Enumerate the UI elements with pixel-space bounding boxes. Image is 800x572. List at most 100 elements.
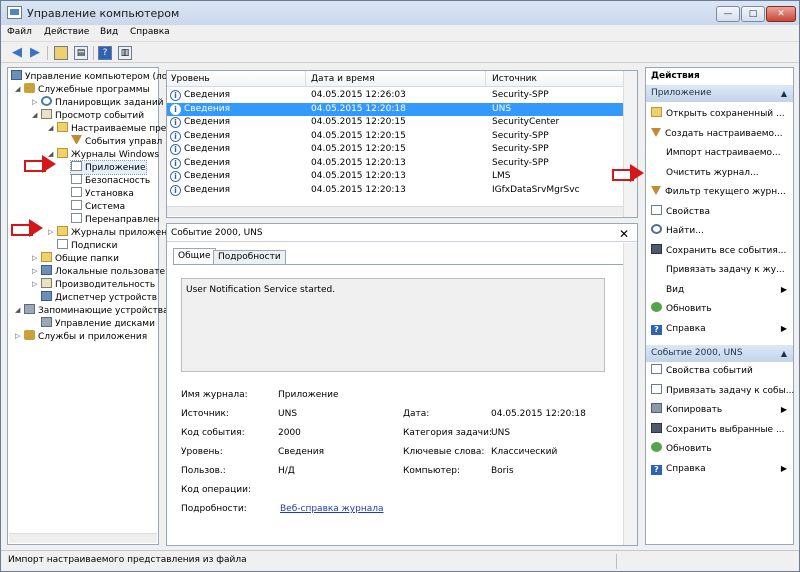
tree-item-performance[interactable]: Производительность bbox=[41, 278, 155, 291]
action-item[interactable]: Привязать задачу к жу... bbox=[648, 261, 793, 279]
show-hide-tree-icon[interactable]: ▤ bbox=[74, 46, 88, 60]
tree-item-system[interactable]: Система bbox=[71, 200, 125, 213]
action-label: Фильтр текущего журн... bbox=[665, 187, 786, 197]
table-row[interactable]: i Сведения 04.05.2015 12:20:13 Security-SPP bbox=[167, 157, 623, 170]
help-icon[interactable]: ? bbox=[98, 46, 112, 60]
menu-view[interactable]: Вид bbox=[100, 27, 118, 37]
action-item[interactable]: Обновить bbox=[648, 300, 793, 318]
tab-general[interactable]: Общие bbox=[173, 248, 216, 264]
action-item[interactable]: ? Справка ▶ bbox=[648, 320, 793, 338]
tree-item-storage[interactable]: Запоминающие устройства bbox=[24, 304, 169, 317]
table-vertical-scrollbar[interactable] bbox=[623, 71, 637, 217]
tree-item-windows-logs[interactable]: Журналы Windows bbox=[57, 148, 159, 161]
folder-up-icon[interactable] bbox=[54, 46, 68, 60]
event-detail-title: Событие 2000, UNS bbox=[171, 228, 263, 238]
table-row[interactable]: i Сведения 04.05.2015 12:20:15 Security-SPP bbox=[167, 130, 623, 143]
tree-item-task-scheduler[interactable]: Планировщик заданий bbox=[41, 96, 164, 109]
table-row[interactable]: i Сведения 04.05.2015 12:20:18 UNS bbox=[167, 102, 623, 116]
tree-item-application[interactable]: Приложение bbox=[70, 160, 147, 175]
action-item[interactable]: Свойства событий bbox=[648, 362, 793, 380]
collapse-triangle-icon[interactable]: ◢ bbox=[32, 109, 37, 122]
table-row[interactable]: i Сведения 04.05.2015 12:20:13 LMS bbox=[167, 170, 623, 183]
actions-section-event[interactable]: Событие 2000, UNS ▲ bbox=[646, 345, 793, 362]
back-arrow-icon[interactable]: ◀ bbox=[9, 45, 25, 61]
collapse-caret-icon[interactable]: ▲ bbox=[781, 345, 787, 362]
collapse-caret-icon[interactable]: ▲ bbox=[781, 85, 787, 102]
action-item[interactable]: Копировать ▶ bbox=[648, 401, 793, 419]
column-divider[interactable] bbox=[485, 71, 486, 87]
collapse-triangle-icon[interactable]: ◢ bbox=[48, 122, 53, 135]
action-item[interactable]: Привязать задачу к собы... bbox=[648, 382, 794, 400]
menu-file[interactable]: Файл bbox=[7, 27, 32, 37]
tree-item-disk-management[interactable]: Управление дисками bbox=[41, 317, 155, 330]
maximize-button[interactable]: □ bbox=[741, 6, 765, 22]
tree-item-custom-views[interactable]: Настраиваемые пре bbox=[57, 122, 166, 135]
level-cell: Сведения bbox=[184, 184, 231, 195]
action-item[interactable]: Открыть сохраненный ... bbox=[648, 105, 793, 123]
close-icon[interactable]: ✕ bbox=[619, 225, 629, 243]
expand-triangle-icon[interactable]: ▷ bbox=[48, 226, 53, 239]
action-pane-icon[interactable]: ▥ bbox=[118, 46, 132, 60]
table-row[interactable]: i Сведения 04.05.2015 12:26:03 Security-SPP bbox=[167, 89, 623, 102]
table-row[interactable]: i Сведения 04.05.2015 12:20:13 IGfxDataSrvM… bbox=[167, 184, 623, 197]
expand-triangle-icon[interactable]: ▷ bbox=[32, 96, 37, 109]
action-item[interactable]: Фильтр текущего журн... bbox=[648, 183, 793, 201]
tree-item-app-logs[interactable]: Журналы приложен bbox=[57, 226, 167, 239]
expand-triangle-icon[interactable]: ▷ bbox=[32, 265, 37, 278]
menu-action[interactable]: Действие bbox=[44, 27, 89, 37]
clock-icon bbox=[41, 96, 52, 106]
tree-item-admin-events[interactable]: События управл bbox=[71, 135, 162, 148]
actions-section-application[interactable]: Приложение ▲ bbox=[646, 85, 793, 102]
forward-arrow-icon[interactable]: ▶ bbox=[27, 45, 43, 61]
tree-item-system-tools[interactable]: Служебные программы bbox=[24, 83, 150, 96]
tree-item-label: Локальные пользовате bbox=[55, 267, 166, 277]
action-item[interactable]: Свойства bbox=[648, 203, 793, 221]
detail-vertical-scrollbar[interactable] bbox=[623, 243, 637, 545]
expand-triangle-icon[interactable]: ▷ bbox=[15, 330, 20, 343]
tree-item-shared-folders[interactable]: Общие папки bbox=[41, 252, 119, 265]
task-icon bbox=[651, 383, 662, 394]
log-name-value: Приложение bbox=[278, 390, 339, 400]
action-item[interactable]: Импорт настраиваемо... bbox=[648, 144, 793, 162]
action-item[interactable]: Очистить журнал... bbox=[648, 164, 793, 182]
tree-item-local-users[interactable]: Локальные пользовате bbox=[41, 265, 165, 278]
expand-triangle-icon[interactable]: ▷ bbox=[32, 252, 37, 265]
table-row[interactable]: i Сведения 04.05.2015 12:20:15 SecurityCent… bbox=[167, 116, 623, 129]
toolbar: ◀ ▶ ▤ ? ▥ bbox=[1, 43, 799, 63]
tab-details[interactable]: Подробности bbox=[213, 250, 286, 264]
red-arrow-annotation bbox=[11, 219, 45, 237]
action-item[interactable]: Обновить bbox=[648, 440, 793, 458]
column-level[interactable]: Уровень bbox=[171, 74, 210, 84]
event-log-help-link[interactable]: Веб-справка журнала bbox=[280, 504, 384, 514]
column-date[interactable]: Дата и время bbox=[311, 74, 375, 84]
expand-triangle-icon[interactable]: ▷ bbox=[32, 278, 37, 291]
folder-icon bbox=[57, 148, 68, 158]
column-divider[interactable] bbox=[305, 71, 306, 87]
tree-item-device-manager[interactable]: Диспетчер устройств bbox=[41, 291, 157, 304]
table-row[interactable]: i Сведения 04.05.2015 12:20:15 Security-SPP bbox=[167, 143, 623, 156]
tree-item-event-viewer[interactable]: Просмотр событий bbox=[41, 109, 144, 122]
action-item[interactable]: Вид ▶ bbox=[648, 281, 793, 299]
collapse-triangle-icon[interactable]: ◢ bbox=[15, 304, 20, 317]
tree-horizontal-scrollbar[interactable] bbox=[9, 533, 157, 543]
action-item[interactable]: Сохранить все события... bbox=[648, 242, 793, 260]
tree-item-computer-management[interactable]: Управление компьютером (ло bbox=[11, 70, 167, 83]
tree-item-forwarded[interactable]: Перенаправлен bbox=[71, 213, 160, 226]
tree-item-setup[interactable]: Установка bbox=[71, 187, 134, 200]
source-cell: Security-SPP bbox=[492, 90, 549, 100]
column-source[interactable]: Источник bbox=[492, 74, 537, 84]
action-item[interactable]: Сохранить выбранные ... bbox=[648, 421, 793, 439]
action-item[interactable]: ? Справка ▶ bbox=[648, 460, 793, 478]
minimize-button[interactable]: — bbox=[716, 6, 740, 22]
tree-item-subscriptions[interactable]: Подписки bbox=[57, 239, 117, 252]
action-item[interactable]: Создать настраиваемо... bbox=[648, 125, 793, 143]
source-cell: LMS bbox=[492, 171, 511, 181]
collapse-triangle-icon[interactable]: ◢ bbox=[15, 83, 20, 96]
action-item[interactable]: Найти... bbox=[648, 222, 793, 240]
tree-item-services-apps[interactable]: Службы и приложения bbox=[24, 330, 147, 343]
menu-help[interactable]: Справка bbox=[130, 27, 170, 37]
close-button[interactable]: ✕ bbox=[766, 6, 796, 22]
info-icon: i bbox=[170, 90, 181, 101]
tree-item-security[interactable]: Безопасность bbox=[71, 174, 150, 187]
table-horizontal-scrollbar[interactable] bbox=[167, 206, 623, 216]
